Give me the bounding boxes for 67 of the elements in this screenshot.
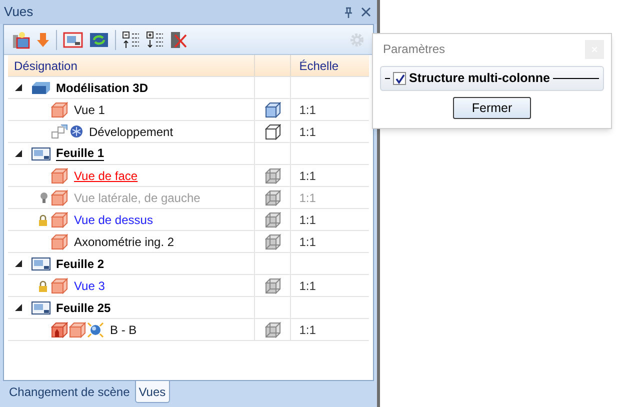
view-label[interactable]: Axonométrie ing. 2 <box>74 232 174 250</box>
light-bulb-icon <box>40 192 48 204</box>
option-label[interactable]: Structure multi-colonne <box>409 69 550 88</box>
expand-all-icon[interactable] <box>146 30 164 48</box>
view-label[interactable]: Développement <box>89 122 174 140</box>
scale-text: 1:1 <box>299 212 316 228</box>
view-label[interactable]: Vue 1 <box>74 100 105 118</box>
cube-icon <box>51 168 68 184</box>
close-icon[interactable] <box>361 7 371 17</box>
wireframe-cube-icon <box>264 190 281 206</box>
tab[interactable]: Changement de scène <box>6 381 133 403</box>
lock-icon <box>38 214 48 226</box>
pin-icon[interactable] <box>344 6 353 18</box>
section-cube-icon <box>51 322 68 338</box>
cube-icon <box>51 234 68 250</box>
sheet-icon[interactable] <box>63 32 83 48</box>
view-label[interactable]: Vue de dessus <box>74 210 153 228</box>
block-icon <box>31 80 51 94</box>
sort-clear-icon[interactable] <box>170 30 188 48</box>
cube-icon <box>51 278 68 294</box>
wireframe-cube-icon <box>264 322 281 338</box>
wireframe-cube-icon <box>264 278 281 294</box>
sheet-icon <box>31 300 51 314</box>
panel-title: Vues <box>4 3 34 22</box>
scale-text: 1:1 <box>299 322 316 338</box>
sheet-icon <box>31 256 51 270</box>
close-button[interactable]: Fermer <box>453 97 531 119</box>
cube-icon <box>51 102 68 118</box>
view-label[interactable]: Vue de face <box>74 166 138 184</box>
collapse-triangle-icon[interactable] <box>15 260 22 267</box>
scale-text: 1:1 <box>299 124 316 140</box>
collapse-triangle-icon[interactable] <box>15 150 22 157</box>
sphere-icon <box>87 322 104 338</box>
group-label[interactable]: Feuille 25 <box>56 298 111 316</box>
outline-cube-icon <box>264 124 281 140</box>
view-label[interactable]: B - B <box>110 320 137 338</box>
column-header[interactable]: Désignation <box>8 55 256 76</box>
wireframe-cube-icon <box>264 168 281 184</box>
wireframe-cube-icon <box>264 212 281 228</box>
collapse-triangle-icon[interactable] <box>15 84 22 91</box>
new-view-icon[interactable] <box>12 30 30 48</box>
cube-icon <box>51 212 68 228</box>
snowflake-icon <box>70 125 83 138</box>
parts-icon <box>51 124 69 140</box>
collapse-all-icon[interactable] <box>122 30 140 48</box>
checkbox[interactable] <box>393 72 406 85</box>
refresh-icon[interactable] <box>89 32 109 48</box>
scale-text: 1:1 <box>299 190 316 206</box>
scale-text: 1:1 <box>299 234 316 250</box>
arrow-down-icon[interactable] <box>36 30 50 48</box>
sheet-icon <box>31 146 51 160</box>
dialog-title: Paramètres <box>382 41 446 58</box>
scale-text: 1:1 <box>299 168 316 184</box>
collapse-triangle-icon[interactable] <box>15 304 22 311</box>
cube-icon <box>69 322 86 338</box>
cube-icon <box>51 190 68 206</box>
group-label[interactable]: Feuille 2 <box>56 254 104 272</box>
group-label[interactable]: Modélisation 3D <box>56 78 148 96</box>
scale-text: 1:1 <box>299 102 316 118</box>
solid-cube-icon <box>264 102 281 118</box>
wireframe-cube-icon <box>264 234 281 250</box>
tab[interactable]: Vues <box>134 381 170 403</box>
lock-icon <box>38 280 48 292</box>
group-label[interactable]: Feuille 1 <box>56 146 104 161</box>
column-header[interactable]: Échelle <box>291 55 369 76</box>
scale-text: 1:1 <box>299 278 316 294</box>
view-label[interactable]: Vue 3 <box>74 276 105 294</box>
